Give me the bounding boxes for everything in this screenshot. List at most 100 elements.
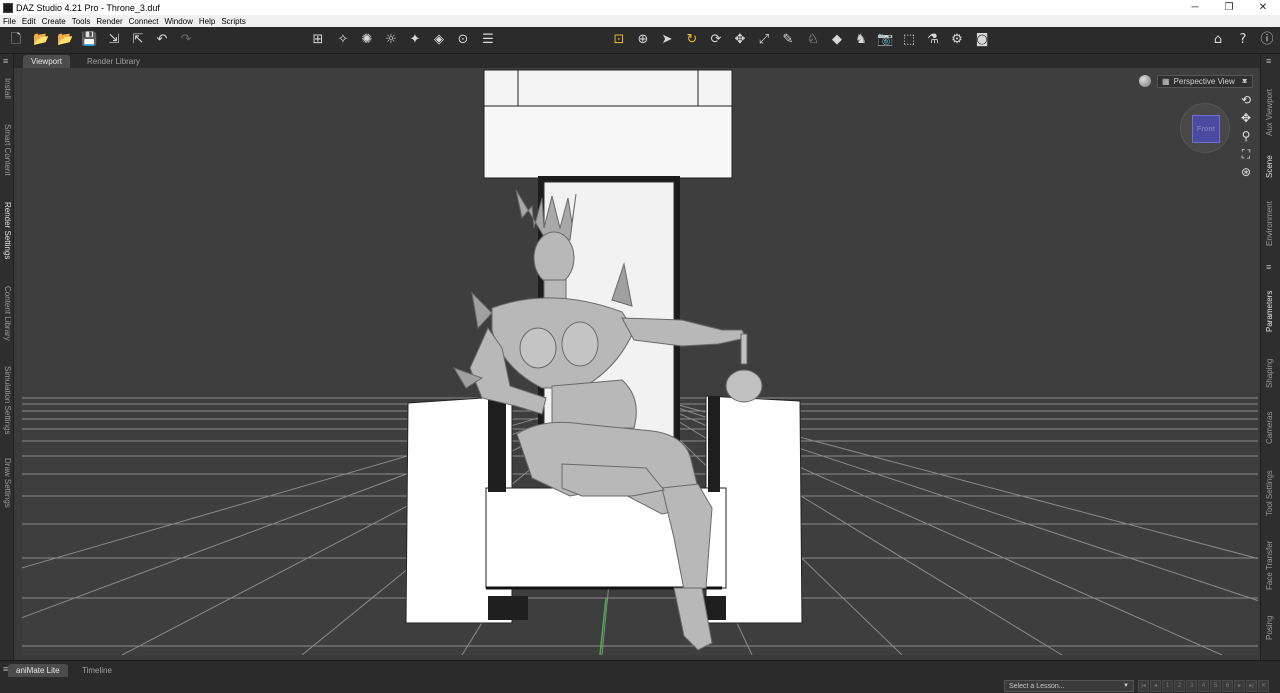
import-icon[interactable]: ⇲ [106, 32, 122, 48]
maximize-button[interactable]: ❐ [1212, 2, 1246, 13]
lesson-step-2[interactable]: 2 [1174, 680, 1185, 692]
lesson-step-6[interactable]: 6 [1222, 680, 1233, 692]
lesson-prev-button[interactable]: ◂ [1150, 680, 1161, 692]
open-recent-icon[interactable]: 📂 [57, 32, 73, 48]
menu-bar: File Edit Create Tools Render Connect Wi… [0, 15, 1280, 27]
lighting-globe-icon[interactable] [1139, 75, 1151, 87]
tab-install[interactable]: Install [3, 78, 12, 99]
tab-viewport[interactable]: Viewport [23, 55, 70, 68]
lesson-select[interactable]: Select a Lesson... ▼ [1004, 680, 1134, 692]
menu-scripts[interactable]: Scripts [221, 17, 245, 26]
surface-selection-icon[interactable]: ◆ [829, 32, 845, 48]
node-selection-icon[interactable]: ⊡ [611, 32, 627, 48]
viewport[interactable]: ▦ Perspective View ▼ ≡ Front ⟲ ✥ ⚲ ⛶ ⊛ [22, 68, 1258, 655]
render-settings-icon[interactable]: ⚙ [949, 32, 965, 48]
close-button[interactable]: ✕ [1246, 2, 1280, 13]
rotate-tool-icon[interactable]: ↻ [684, 32, 700, 48]
tab-face-transfer[interactable]: Face Transfer [1265, 541, 1274, 590]
tab-parameters[interactable]: Parameters [1265, 291, 1274, 332]
create-camera-icon[interactable]: ⊞ [310, 32, 326, 48]
lesson-step-1[interactable]: 1 [1162, 680, 1173, 692]
right-panel-menu-icon[interactable]: ≡ [1266, 56, 1271, 66]
reset-view-icon[interactable]: ⊛ [1238, 164, 1254, 180]
create-primitive-icon[interactable]: ◈ [431, 32, 447, 48]
undo-icon[interactable]: ↶ [154, 32, 170, 48]
tab-tool-settings[interactable]: Tool Settings [1265, 470, 1274, 516]
menu-window[interactable]: Window [164, 17, 192, 26]
left-panel-strip: ≡ Install Smart Content Render Settings … [0, 54, 14, 660]
geometry-editor-icon[interactable]: ♞ [853, 32, 869, 48]
view-cube-face[interactable]: Front [1192, 115, 1220, 143]
pan-icon[interactable]: ✥ [1238, 110, 1254, 126]
tab-cameras[interactable]: Cameras [1265, 412, 1274, 444]
perspective-view-label: Perspective View [1173, 76, 1235, 86]
new-file-icon[interactable]: 🗋 [8, 32, 24, 48]
menu-file[interactable]: File [3, 17, 16, 26]
menu-help[interactable]: Help [199, 17, 215, 26]
tab-render-settings[interactable]: Render Settings [3, 202, 12, 259]
lesson-last-button[interactable]: ▸| [1246, 680, 1257, 692]
left-panel-menu-icon[interactable]: ≡ [3, 56, 8, 66]
tab-smart-content[interactable]: Smart Content [3, 124, 12, 176]
universal-tool-icon[interactable]: ⊕ [635, 32, 651, 48]
scale-tool-icon[interactable]: ⤢ [756, 32, 772, 48]
minimize-button[interactable]: ─ [1178, 2, 1212, 13]
potion-bottle[interactable] [725, 333, 763, 403]
lesson-step-3[interactable]: 3 [1186, 680, 1197, 692]
whats-this-icon[interactable]: ? [1235, 32, 1251, 48]
frame-icon[interactable]: ⛶ [1238, 146, 1254, 162]
orbit-icon[interactable]: ⟲ [1238, 92, 1254, 108]
open-file-icon[interactable]: 📂 [33, 32, 49, 48]
create-point-light-icon[interactable]: ✦ [407, 32, 423, 48]
lesson-close-button[interactable]: ✕ [1258, 680, 1269, 692]
tab-aux-viewport[interactable]: Aux Viewport [1265, 89, 1274, 136]
redo-icon[interactable]: ↷ [178, 32, 194, 48]
screenshot-icon[interactable]: ◙ [974, 32, 990, 48]
tab-timeline[interactable]: Timeline [74, 664, 120, 677]
menu-edit[interactable]: Edit [22, 17, 36, 26]
create-null-icon[interactable]: ⊙ [455, 32, 471, 48]
list-icon[interactable]: ☰ [480, 32, 496, 48]
active-pose-icon[interactable]: ♘ [805, 32, 821, 48]
lesson-next-button[interactable]: ▸ [1234, 680, 1245, 692]
title-bar: DAZ Studio 4.21 Pro - Throne_3.duf ─ ❐ ✕ [0, 0, 1280, 15]
scene-render [22, 69, 1258, 655]
tab-simulation-settings[interactable]: Simulation Settings [3, 366, 12, 434]
pointer-icon[interactable]: ➤ [659, 32, 675, 48]
bottom-panel: ≡ aniMate Lite Timeline Select a Lesson.… [0, 660, 1280, 693]
tab-content-library[interactable]: Content Library [3, 286, 12, 341]
create-spotlight-icon[interactable]: ✺ [359, 32, 375, 48]
help-icon[interactable]: ⓘ [1259, 32, 1275, 48]
save-icon[interactable]: 💾 [81, 32, 97, 48]
lesson-step-4[interactable]: 4 [1198, 680, 1209, 692]
spot-render-icon[interactable]: ⬚ [901, 32, 917, 48]
zoom-icon[interactable]: ⚲ [1238, 128, 1254, 144]
tab-environment[interactable]: Environment [1265, 201, 1274, 246]
home-icon[interactable]: ⌂ [1210, 32, 1226, 48]
tab-posing[interactable]: Posing [1265, 616, 1274, 640]
menu-create[interactable]: Create [42, 17, 66, 26]
export-icon[interactable]: ⇱ [130, 32, 146, 48]
render-icon[interactable]: 📷 [877, 32, 893, 48]
translate-tool-icon[interactable]: ✥ [732, 32, 748, 48]
tab-scene[interactable]: Scene [1265, 155, 1274, 178]
iray-section-icon[interactable]: ⚗ [925, 32, 941, 48]
menu-render[interactable]: Render [96, 17, 122, 26]
menu-tools[interactable]: Tools [72, 17, 91, 26]
view-selector[interactable]: ▦ Perspective View ▼ [1139, 74, 1253, 88]
create-distant-light-icon[interactable]: ☼ [383, 32, 399, 48]
tab-animate-lite[interactable]: aniMate Lite [8, 664, 68, 677]
tab-draw-settings[interactable]: Draw Settings [3, 458, 12, 508]
tab-shaping[interactable]: Shaping [1265, 359, 1274, 388]
twist-tool-icon[interactable]: ⟳ [708, 32, 724, 48]
tab-render-library[interactable]: Render Library [79, 55, 148, 68]
perspective-view-dropdown[interactable]: ▦ Perspective View ▼ [1157, 74, 1253, 88]
joint-editor-icon[interactable]: ✎ [780, 32, 796, 48]
right-panel-menu-icon-2[interactable]: ≡ [1266, 262, 1271, 272]
lesson-first-button[interactable]: |◂ [1138, 680, 1149, 692]
create-light-icon[interactable]: ✧ [335, 32, 351, 48]
view-cube[interactable]: Front [1180, 103, 1230, 153]
lesson-step-5[interactable]: 5 [1210, 680, 1221, 692]
menu-connect[interactable]: Connect [129, 17, 159, 26]
viewport-menu-icon[interactable]: ≡ [1242, 76, 1247, 86]
